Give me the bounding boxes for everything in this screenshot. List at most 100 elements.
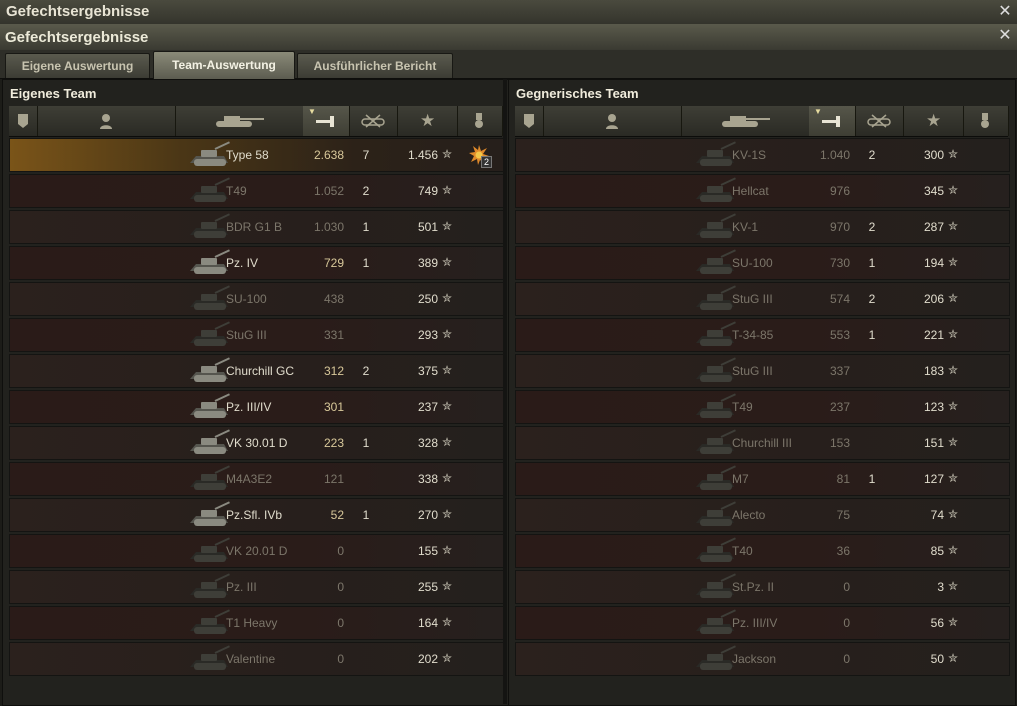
table-row[interactable]: T-34-85 553 1 221 ✮ [515,318,1010,352]
kills-icon [360,113,386,132]
table-row[interactable]: Pz. III 0 255 ✮ [9,570,504,604]
xp-star-icon: ★ [926,111,942,130]
tank-icon [718,113,772,132]
table-row[interactable]: Pz. IV 729 1 389 ✮ [9,246,504,280]
table-row[interactable]: Pz. III/IV 0 56 ✮ [515,606,1010,640]
enemy-team-title: Gegnerisches Team [516,86,639,101]
column-header-xp-star[interactable]: ★ [903,106,964,136]
table-row[interactable]: BDR G1 B 1.030 1 501 ✮ [9,210,504,244]
tank-name: StuG III [732,364,773,378]
own-team-rows: Type 58 2.638 7 1.456 ✮ 2 T49 1.052 2 749 ✮ BDR G1 … [9,138,504,678]
xp-value: 221 [923,328,944,342]
kills-value: 2 [362,184,370,198]
table-row[interactable]: M7 81 1 127 ✮ [515,462,1010,496]
column-header-squad[interactable] [9,106,38,136]
column-header-tank[interactable] [175,106,304,136]
table-row[interactable]: VK 30.01 D 223 1 328 ✮ [9,426,504,460]
table-row[interactable]: T1 Heavy 0 164 ✮ [9,606,504,640]
damage-value: 553 [829,328,850,342]
table-row[interactable]: KV-1 970 2 287 ✮ [515,210,1010,244]
table-row[interactable]: VK 20.01 D 0 155 ✮ [9,534,504,568]
table-row[interactable]: Churchill III 153 151 ✮ [515,426,1010,460]
outer-window-title: Gefechtsergebnisse [6,3,150,20]
xp-value: 56 [930,616,944,630]
star-icon: ✮ [442,435,453,449]
medal-count: 2 [480,156,492,168]
table-row[interactable]: Hellcat 976 345 ✮ [515,174,1010,208]
star-icon: ✮ [948,507,959,521]
damage-value: 0 [843,616,850,630]
table-row[interactable]: T49 1.052 2 749 ✮ [9,174,504,208]
player-icon [605,113,619,132]
tank-name: M4A3E2 [226,472,273,486]
column-header-tank[interactable] [681,106,810,136]
outer-title-bar: Gefechtsergebnisse ✕ [0,0,1017,25]
table-row[interactable]: StuG III 337 183 ✮ [515,354,1010,388]
squad-icon [16,113,30,132]
table-row[interactable]: M4A3E2 121 338 ✮ [9,462,504,496]
sort-arrow-icon: ▼ [814,107,822,116]
table-row[interactable]: St.Pz. II 0 3 ✮ [515,570,1010,604]
tank-name: StuG III [732,292,773,306]
table-row[interactable]: Pz.Sfl. IVb 52 1 270 ✮ [9,498,504,532]
star-icon: ✮ [948,327,959,341]
star-icon: ✮ [442,399,453,413]
tab-eigene-auswertung[interactable]: Eigene Auswertung [5,53,150,78]
xp-value: 155 [417,544,438,558]
column-header-player[interactable] [543,106,682,136]
medal-icon[interactable]: 2 [468,144,492,168]
column-header-medal[interactable] [963,106,1009,136]
tab-ausfuehrlicher-bericht[interactable]: Ausführlicher Bericht [297,53,453,78]
table-row[interactable]: T40 36 85 ✮ [515,534,1010,568]
damage-value: 153 [829,436,850,450]
xp-value: 338 [417,472,438,486]
tank-name: Pz. III/IV [226,400,272,414]
table-row[interactable]: SU-100 438 250 ✮ [9,282,504,316]
medal-icon [473,113,485,132]
tab-team-auswertung[interactable]: Team-Auswertung [153,51,295,79]
table-row[interactable]: Pz. III/IV 301 237 ✮ [9,390,504,424]
star-icon: ✮ [442,219,453,233]
column-header-damage[interactable]: ▼ [809,106,856,136]
damage-value: 36 [836,544,850,558]
tank-name: Type 58 [226,148,269,162]
damage-value: 81 [836,472,850,486]
star-icon: ✮ [948,219,959,233]
column-header-xp-star[interactable]: ★ [397,106,458,136]
star-icon: ✮ [442,147,453,161]
damage-value: 0 [843,652,850,666]
table-row[interactable]: Jackson 0 50 ✮ [515,642,1010,676]
tank-name: SU-100 [732,256,773,270]
table-row[interactable]: Type 58 2.638 7 1.456 ✮ 2 [9,138,504,172]
column-header-medal[interactable] [457,106,503,136]
column-header-kills[interactable] [349,106,398,136]
column-header-damage[interactable]: ▼ [303,106,350,136]
star-icon: ✮ [948,363,959,377]
table-row[interactable]: T49 237 123 ✮ [515,390,1010,424]
table-row[interactable]: StuG III 331 293 ✮ [9,318,504,352]
enemy-team-rows: KV-1S 1.040 2 300 ✮ Hellcat 976 345 ✮ KV-1 970 2 287… [515,138,1010,678]
star-icon: ✮ [442,471,453,485]
table-row[interactable]: Valentine 0 202 ✮ [9,642,504,676]
star-icon: ✮ [948,255,959,269]
tank-name: Valentine [226,652,276,666]
kills-value: 1 [362,508,370,522]
column-header-squad[interactable] [515,106,544,136]
damage-value: 2.638 [313,148,344,162]
outer-close-icon[interactable]: ✕ [997,4,1013,20]
table-row[interactable]: SU-100 730 1 194 ✮ [515,246,1010,280]
xp-value: 293 [417,328,438,342]
damage-value: 223 [323,436,344,450]
close-icon[interactable]: ✕ [997,28,1013,44]
tank-name: Pz.Sfl. IVb [226,508,283,522]
damage-icon [316,113,336,132]
damage-value: 52 [330,508,344,522]
table-row[interactable]: KV-1S 1.040 2 300 ✮ [515,138,1010,172]
table-row[interactable]: StuG III 574 2 206 ✮ [515,282,1010,316]
damage-value: 337 [829,364,850,378]
table-row[interactable]: Churchill GC 312 2 375 ✮ [9,354,504,388]
table-row[interactable]: Alecto 75 74 ✮ [515,498,1010,532]
tank-name: T49 [732,400,753,414]
column-header-kills[interactable] [855,106,904,136]
column-header-player[interactable] [37,106,176,136]
